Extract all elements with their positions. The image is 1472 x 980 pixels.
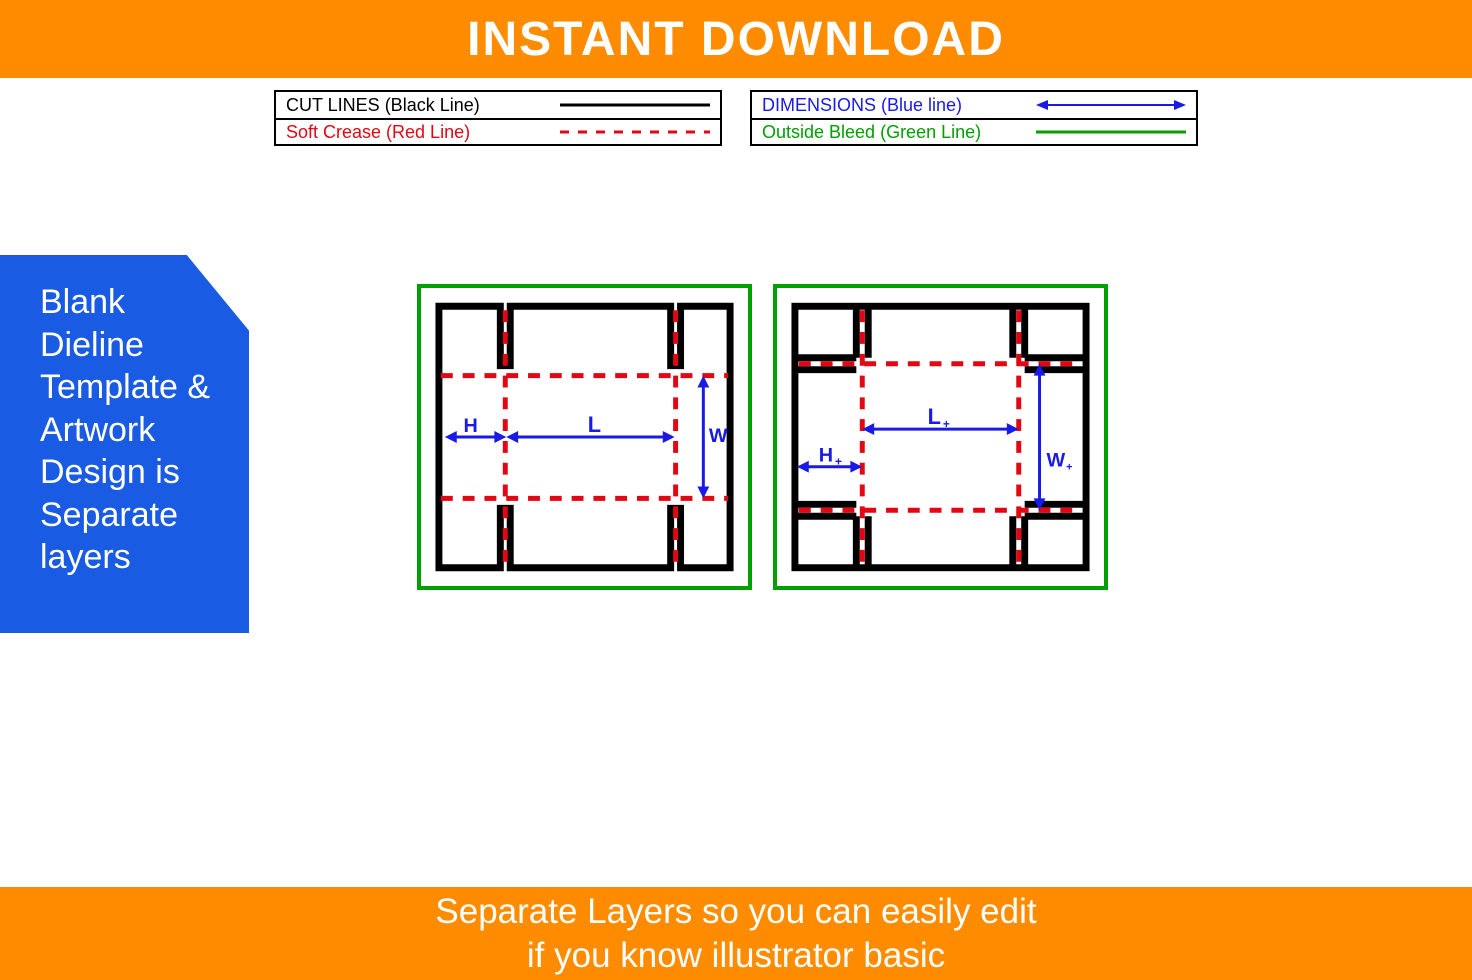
legend-crease-row: Soft Crease (Red Line) bbox=[276, 118, 720, 144]
dim-h-left: H bbox=[463, 415, 477, 437]
dim-h-right: H+ bbox=[819, 445, 842, 469]
legend-dim-label: DIMENSIONS (Blue line) bbox=[762, 95, 1036, 116]
legend: CUT LINES (Black Line) Soft Crease (Red … bbox=[0, 90, 1472, 146]
diagram-area: H L W bbox=[417, 284, 1108, 590]
bottom-line1: Separate Layers so you can easily edit bbox=[0, 890, 1472, 934]
top-banner: INSTANT DOWNLOAD bbox=[0, 0, 1472, 78]
legend-dim-row: DIMENSIONS (Blue line) bbox=[752, 92, 1196, 118]
legend-cut-row: CUT LINES (Black Line) bbox=[276, 92, 720, 118]
legend-left: CUT LINES (Black Line) Soft Crease (Red … bbox=[274, 90, 722, 146]
dim-l-right: L+ bbox=[928, 404, 950, 431]
legend-cut-label: CUT LINES (Black Line) bbox=[286, 95, 560, 116]
dim-w-right: W+ bbox=[1046, 450, 1072, 474]
top-banner-text: INSTANT DOWNLOAD bbox=[467, 12, 1005, 67]
legend-crease-label: Soft Crease (Red Line) bbox=[286, 122, 560, 143]
dim-w-left: W bbox=[709, 425, 728, 447]
crease-line-sample-icon bbox=[560, 122, 710, 142]
cut-line-sample-icon bbox=[560, 95, 710, 115]
bottom-banner: Separate Layers so you can easily edit i… bbox=[0, 887, 1472, 980]
side-badge-text: Blank Dieline Template & Artwork Design … bbox=[40, 283, 210, 576]
legend-bleed-label: Outside Bleed (Green Line) bbox=[762, 122, 1036, 143]
bleed-line-sample-icon bbox=[1036, 122, 1186, 142]
dieline-right: H+ L+ W+ bbox=[773, 284, 1108, 590]
legend-bleed-row: Outside Bleed (Green Line) bbox=[752, 118, 1196, 144]
legend-right: DIMENSIONS (Blue line) Outside Bleed (Gr… bbox=[750, 90, 1198, 146]
dieline-left: H L W bbox=[417, 284, 752, 590]
dim-l-left: L bbox=[588, 412, 601, 437]
dim-arrow-sample-icon bbox=[1036, 95, 1186, 115]
bottom-line2: if you know illustrator basic bbox=[0, 934, 1472, 978]
side-badge: Blank Dieline Template & Artwork Design … bbox=[0, 255, 249, 633]
